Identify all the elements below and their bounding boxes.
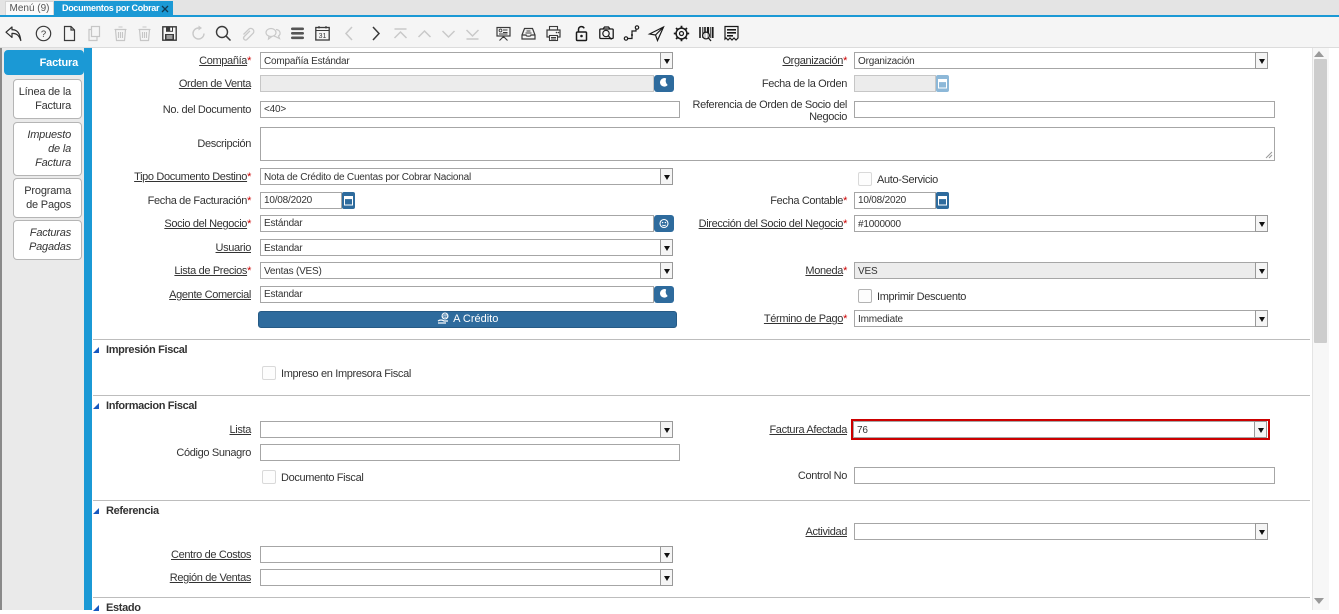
svg-text:@: @ [442, 314, 448, 320]
svg-text:?: ? [41, 29, 46, 40]
svg-text:31: 31 [319, 33, 327, 40]
